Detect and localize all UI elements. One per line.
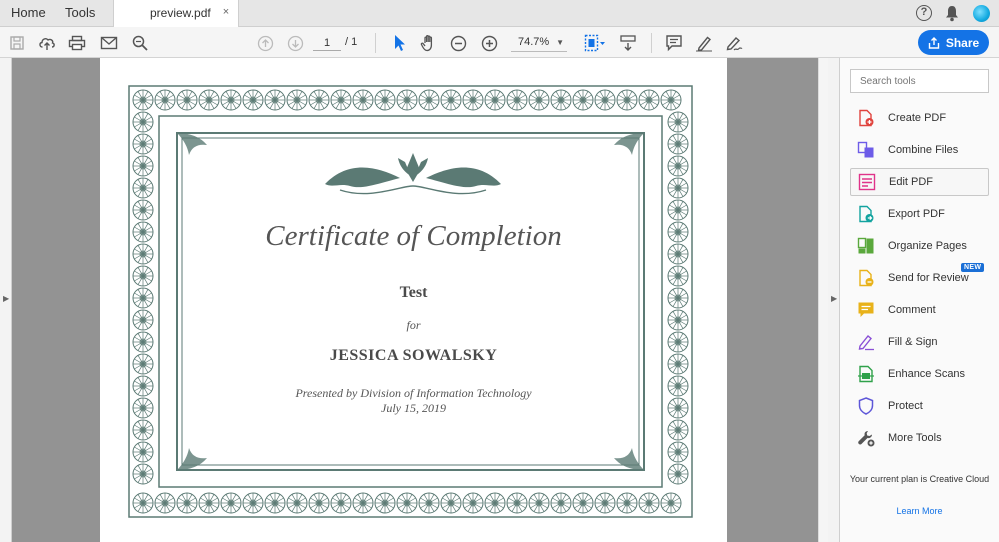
tool-protect[interactable]: Protect — [850, 392, 989, 420]
zoom-level-select[interactable]: 74.7% ▼ — [511, 34, 567, 52]
tool-label: Create PDF — [888, 112, 947, 124]
avatar[interactable] — [973, 5, 990, 22]
zoom-level-value: 74.7% — [518, 36, 550, 48]
right-panel-toggle[interactable]: ▶ — [828, 58, 840, 542]
organize-pages-icon — [857, 237, 875, 255]
comment-icon[interactable] — [664, 33, 684, 53]
enhance-scans-icon — [857, 365, 875, 383]
edit-pdf-icon — [858, 173, 876, 191]
select-cursor-icon[interactable] — [389, 33, 409, 53]
fit-page-icon[interactable] — [583, 33, 607, 53]
tool-label: Protect — [888, 400, 923, 412]
scroll-mode-icon[interactable] — [618, 33, 638, 53]
tool-combine-files[interactable]: Combine Files — [850, 136, 989, 164]
tool-edit-pdf[interactable]: Edit PDF — [850, 168, 989, 196]
recipient-name: JESSICA SOWALSKY — [329, 347, 498, 364]
tool-more-tools[interactable]: More Tools — [850, 424, 989, 452]
chevron-down-icon: ▼ — [556, 38, 564, 47]
tool-label: Fill & Sign — [888, 336, 938, 348]
tab-bar: Home Tools preview.pdf × ? — [0, 0, 999, 28]
help-icon[interactable]: ? — [916, 5, 932, 21]
upload-cloud-icon[interactable] — [37, 33, 57, 53]
tools-pane: Create PDF Combine Files Edit PDF Export PD… — [840, 58, 999, 542]
vertical-scrollbar[interactable] — [818, 58, 828, 542]
document-view[interactable]: Certificate of Completion Test for JESSI… — [12, 58, 818, 542]
export-pdf-icon — [857, 205, 875, 223]
tool-label: More Tools — [888, 432, 942, 444]
tab-tools[interactable]: Tools — [65, 0, 95, 27]
highlight-pen-icon[interactable] — [694, 33, 714, 53]
create-pdf-icon — [857, 109, 875, 127]
certificate-date: July 15, 2019 — [381, 401, 446, 415]
tool-label: Combine Files — [888, 144, 959, 156]
chevron-right-icon: ▶ — [831, 294, 838, 303]
toolbar-divider — [375, 33, 376, 53]
combine-files-icon — [857, 141, 875, 159]
tool-enhance-scans[interactable]: Enhance Scans — [850, 360, 989, 388]
tool-label: Comment — [888, 304, 936, 316]
share-button[interactable]: Share — [918, 30, 989, 55]
send-for-review-icon — [857, 269, 875, 287]
zoom-in-icon[interactable] — [479, 33, 499, 53]
print-icon[interactable] — [67, 33, 87, 53]
share-icon — [928, 36, 940, 49]
tab-document[interactable]: preview.pdf × — [113, 0, 239, 28]
presented-by: Presented by Division of Information Tec… — [295, 386, 532, 400]
more-tools-icon — [857, 429, 875, 447]
plan-text: Your current plan is Creative Cloud — [849, 474, 990, 484]
certificate-title: Certificate of Completion — [265, 220, 562, 252]
for-label: for — [406, 318, 421, 332]
next-page-icon[interactable] — [285, 33, 305, 53]
previous-page-icon[interactable] — [255, 33, 275, 53]
new-badge: NEW — [961, 263, 985, 272]
comment-icon — [857, 301, 875, 319]
email-icon[interactable] — [99, 33, 119, 53]
protect-icon — [857, 397, 875, 415]
fill-sign-icon — [857, 333, 875, 351]
left-panel-toggle[interactable]: ▶ — [0, 58, 12, 542]
close-tab-icon[interactable]: × — [220, 6, 232, 18]
chevron-right-icon: ▶ — [3, 294, 10, 303]
tool-comment[interactable]: Comment — [850, 296, 989, 324]
tab-home[interactable]: Home — [11, 0, 46, 27]
tool-label: Edit PDF — [889, 176, 934, 188]
tool-label: Enhance Scans — [888, 368, 966, 380]
share-label: Share — [945, 35, 980, 50]
page-total: / 1 — [345, 36, 358, 48]
search-icon[interactable] — [130, 33, 150, 53]
hand-tool-icon[interactable] — [419, 33, 439, 53]
tool-fill-sign[interactable]: Fill & Sign — [850, 328, 989, 356]
sign-icon[interactable] — [724, 33, 744, 53]
course-name: Test — [399, 284, 428, 301]
tool-label: Send for Review — [888, 272, 969, 284]
tool-create-pdf[interactable]: Create PDF — [850, 104, 989, 132]
pdf-page: Certificate of Completion Test for JESSI… — [100, 58, 727, 542]
bell-icon[interactable] — [945, 5, 959, 25]
search-tools-input[interactable] — [850, 69, 989, 93]
tool-export-pdf[interactable]: Export PDF — [850, 200, 989, 228]
document-tab-label: preview.pdf — [150, 6, 211, 20]
toolbar-divider — [651, 33, 652, 53]
tool-label: Export PDF — [888, 208, 945, 220]
learn-more-link[interactable]: Learn More — [840, 506, 999, 516]
tool-label: Organize Pages — [888, 240, 967, 252]
zoom-out-icon[interactable] — [448, 33, 468, 53]
toolbar: / 1 74.7% ▼ Share — [0, 27, 999, 58]
page-number-input[interactable] — [313, 35, 341, 51]
save-icon[interactable] — [7, 33, 27, 53]
tool-organize-pages[interactable]: Organize Pages — [850, 232, 989, 260]
